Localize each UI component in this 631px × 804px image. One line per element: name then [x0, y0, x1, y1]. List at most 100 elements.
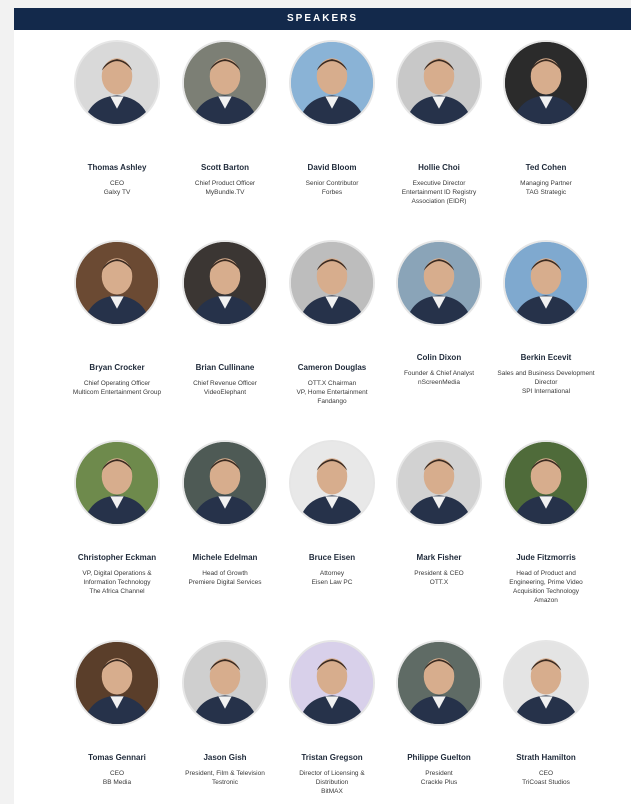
speaker-role: CEO Galxy TV — [57, 179, 177, 197]
speaker-role-line: Senior Contributor — [305, 180, 359, 187]
speaker-role-line: Head of Product and — [516, 570, 576, 577]
speaker-role-line: OTT.X Chairman — [307, 380, 357, 387]
speaker-photo[interactable] — [289, 240, 375, 326]
speaker-role-line: SPI International — [521, 388, 571, 395]
speaker-photo[interactable] — [503, 640, 589, 726]
speaker-role: President, Film & Television Testronic — [165, 769, 285, 787]
speaker-role-line: Sales and Business Development — [497, 370, 595, 377]
speaker-photo[interactable] — [182, 40, 268, 126]
person-icon — [505, 642, 587, 724]
speaker-name[interactable]: Colin Dixon — [379, 353, 499, 363]
person-icon — [291, 242, 373, 324]
speaker-role-line: VP, Home Entertainment — [296, 389, 368, 396]
speaker-photo[interactable] — [182, 440, 268, 526]
speaker-role-line: President — [425, 770, 453, 777]
speaker-role-line: Distribution — [315, 779, 349, 786]
person-icon — [291, 642, 373, 724]
speaker-photo[interactable] — [74, 640, 160, 726]
speaker-role-line: Entertainment ID Registry — [401, 189, 477, 196]
speaker-card: Ted Cohen Managing Partner TAG Strategic — [486, 163, 606, 197]
speaker-name[interactable]: Jason Gish — [165, 753, 285, 763]
speaker-role-line: Head of Growth — [202, 570, 248, 577]
speaker-role-line: VP, Digital Operations & — [82, 570, 152, 577]
speakers-grid: Thomas Ashley CEO Galxy TV Scott Barton Chie… — [14, 8, 631, 804]
speaker-card: Christopher Eckman VP, Digital Operations… — [57, 553, 177, 596]
person-icon — [505, 442, 587, 524]
speaker-card: Tristan Gregson Director of Licensing & Di… — [272, 753, 392, 796]
speaker-role-line: Managing Partner — [520, 180, 572, 187]
speaker-name[interactable]: David Bloom — [272, 163, 392, 173]
speaker-role-line: President & CEO — [414, 570, 464, 577]
speaker-name[interactable]: Mark Fisher — [379, 553, 499, 563]
speaker-name[interactable]: Jude Fitzmorris — [486, 553, 606, 563]
speaker-name[interactable]: Christopher Eckman — [57, 553, 177, 563]
speaker-photo[interactable] — [289, 440, 375, 526]
speaker-photo[interactable] — [396, 40, 482, 126]
speaker-card: Thomas Ashley CEO Galxy TV — [57, 163, 177, 197]
speaker-name[interactable]: Bruce Eisen — [272, 553, 392, 563]
speaker-photo[interactable] — [503, 240, 589, 326]
speaker-role-line: Chief Product Officer — [194, 180, 256, 187]
speaker-photo[interactable] — [289, 40, 375, 126]
speaker-name[interactable]: Philippe Guelton — [379, 753, 499, 763]
speaker-name[interactable]: Tristan Gregson — [272, 753, 392, 763]
speaker-photo[interactable] — [396, 440, 482, 526]
speaker-name[interactable]: Thomas Ashley — [57, 163, 177, 173]
speaker-photo[interactable] — [396, 640, 482, 726]
speaker-name[interactable]: Brian Cullinane — [165, 363, 285, 373]
speaker-role: CEO TriCoast Studios — [486, 769, 606, 787]
speaker-card: Bryan Crocker Chief Operating Officer Mult… — [57, 363, 177, 397]
person-icon — [398, 42, 480, 124]
speaker-role-line: Director — [534, 379, 558, 386]
speaker-role: Sales and Business Development Director SP… — [486, 369, 606, 396]
person-icon — [398, 642, 480, 724]
speaker-role-line: CEO — [538, 770, 554, 777]
speaker-role: Senior Contributor Forbes — [272, 179, 392, 197]
speaker-role: Attorney Eisen Law PC — [272, 569, 392, 587]
speaker-name[interactable]: Hollie Choi — [379, 163, 499, 173]
speaker-name[interactable]: Cameron Douglas — [272, 363, 392, 373]
speaker-role-line: nScreenMedia — [418, 379, 460, 386]
speaker-photo[interactable] — [74, 440, 160, 526]
speaker-role-line: Engineering, Prime Video — [509, 579, 583, 586]
speaker-photo[interactable] — [182, 640, 268, 726]
speaker-role-line: Galxy TV — [103, 189, 131, 196]
person-icon — [398, 442, 480, 524]
speaker-role-line: VideoElephant — [203, 389, 247, 396]
speaker-role: President Crackle Plus — [379, 769, 499, 787]
person-icon — [76, 42, 158, 124]
speaker-role: President & CEO OTT.X — [379, 569, 499, 587]
speaker-role-line: TAG Strategic — [525, 189, 567, 196]
speaker-photo[interactable] — [289, 640, 375, 726]
speaker-role-line: President, Film & Television — [185, 770, 265, 777]
speaker-photo[interactable] — [74, 40, 160, 126]
person-icon — [505, 42, 587, 124]
speaker-name[interactable]: Bryan Crocker — [57, 363, 177, 373]
speaker-card: Berkin Ecevit Sales and Business Developm… — [486, 353, 606, 396]
speaker-photo[interactable] — [503, 40, 589, 126]
speaker-name[interactable]: Berkin Ecevit — [486, 353, 606, 363]
speaker-photo[interactable] — [396, 240, 482, 326]
speaker-role-line: Founder & Chief Analyst — [403, 370, 475, 377]
speaker-role-line: Multicom Entertainment Group — [72, 389, 162, 396]
speaker-card: Scott Barton Chief Product Officer MyBundl… — [165, 163, 285, 197]
speaker-name[interactable]: Scott Barton — [165, 163, 285, 173]
speaker-name[interactable]: Strath Hamilton — [486, 753, 606, 763]
speaker-card: Colin Dixon Founder & Chief Analyst nScree… — [379, 353, 499, 387]
speaker-role-line: Information Technology — [83, 579, 151, 586]
speaker-name[interactable]: Michele Edelman — [165, 553, 285, 563]
person-icon — [76, 642, 158, 724]
speaker-role-line: Forbes — [321, 189, 343, 196]
speaker-role-line: MyBundle.TV — [205, 189, 245, 196]
speaker-role-line: Director of Licensing & — [299, 770, 365, 777]
speaker-photo[interactable] — [182, 240, 268, 326]
speaker-photo[interactable] — [503, 440, 589, 526]
speaker-role: Director of Licensing & Distribution BitMA… — [272, 769, 392, 796]
speaker-name[interactable]: Tomas Gennari — [57, 753, 177, 763]
speaker-role-line: Crackle Plus — [420, 779, 458, 786]
speaker-photo[interactable] — [74, 240, 160, 326]
speaker-name[interactable]: Ted Cohen — [486, 163, 606, 173]
speaker-role-line: Amazon — [534, 597, 558, 604]
speaker-role-line: OTT.X — [429, 579, 449, 586]
speaker-card: Strath Hamilton CEO TriCoast Studios — [486, 753, 606, 787]
